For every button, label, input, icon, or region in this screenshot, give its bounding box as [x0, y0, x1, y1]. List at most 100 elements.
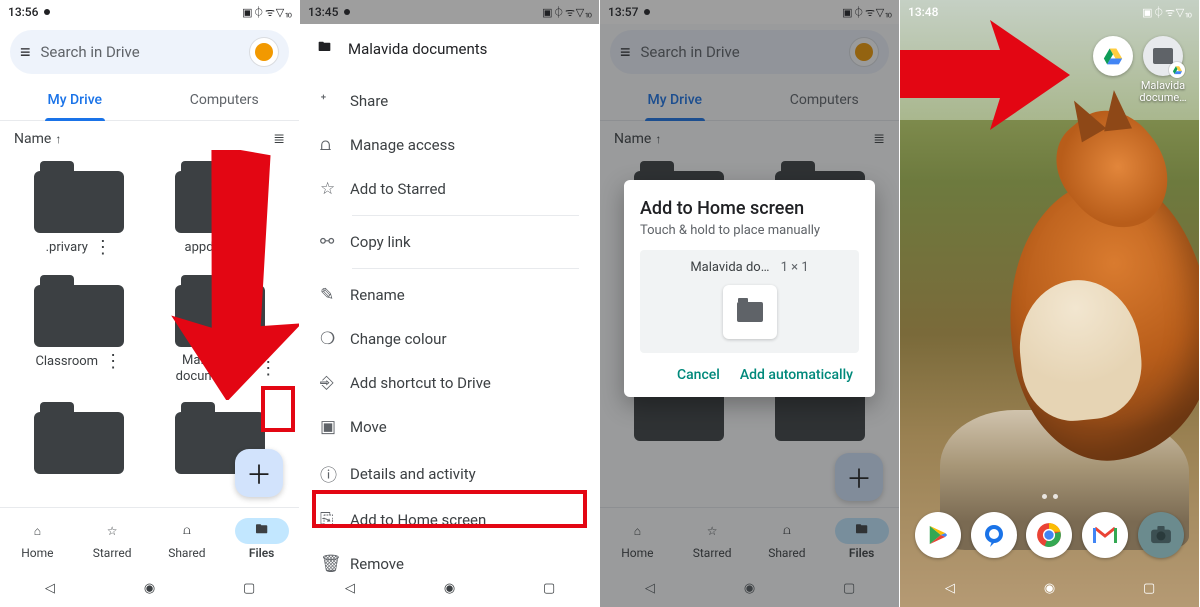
folder-item[interactable]: Classroom ⋮ — [8, 267, 150, 390]
home-dock — [910, 507, 1189, 563]
menu-rename[interactable]: ✎Rename — [300, 273, 599, 317]
drive-logo-icon — [1102, 46, 1124, 66]
android-nav: ◁ ◉ ▢ — [900, 569, 1199, 607]
gmail-icon[interactable] — [1082, 512, 1128, 558]
menu-add-shortcut[interactable]: ⎆Add shortcut to Drive — [300, 361, 599, 405]
drive-app-icon[interactable] — [1093, 36, 1133, 76]
link-icon: ⚯ — [320, 232, 350, 252]
camera-icon[interactable] — [1138, 512, 1184, 558]
clock: 13:57 — [608, 5, 638, 19]
add-home-modal: Add to Home screen Touch & hold to place… — [624, 180, 875, 397]
status-icons: ▣ ⏀ ᯤ ▽ ⏨ — [842, 4, 891, 20]
page-indicator — [900, 494, 1199, 499]
rename-icon: ✎ — [320, 285, 350, 305]
android-nav: ◁ ◉ ▢ — [0, 569, 299, 607]
tab-my-drive[interactable]: My Drive — [0, 80, 150, 120]
highlight-box — [261, 386, 295, 432]
divider — [352, 268, 579, 269]
home-button[interactable]: ◉ — [129, 581, 169, 596]
back-button[interactable]: ◁ — [930, 581, 970, 596]
annotation-arrow-icon — [150, 150, 300, 400]
back-button[interactable]: ◁ — [330, 581, 370, 596]
sort-label: Name — [14, 131, 51, 147]
back-button[interactable]: ◁ — [630, 581, 670, 596]
sort-row[interactable]: Name ↑ ≣ — [0, 121, 299, 153]
recents-button[interactable]: ▢ — [829, 581, 869, 596]
play-store-icon[interactable] — [915, 512, 961, 558]
status-icons: ▣ ⏀ ᯤ ▽ ⏨ — [542, 4, 591, 20]
menu-share[interactable]: ᐩShare — [300, 79, 599, 123]
search-bar[interactable]: ≡ Search in Drive — [10, 30, 289, 74]
notification-dot-icon — [44, 9, 50, 15]
folder-icon — [34, 275, 124, 347]
notification-dot-icon — [344, 9, 350, 15]
hamburger-icon[interactable]: ≡ — [20, 42, 31, 63]
notification-dot-icon — [644, 9, 650, 15]
cancel-button[interactable]: Cancel — [677, 367, 720, 383]
drive-badge-icon — [1169, 62, 1185, 78]
folder-item[interactable] — [8, 394, 150, 486]
messages-icon[interactable] — [971, 512, 1017, 558]
folder-icon — [34, 402, 124, 474]
recents-button[interactable]: ▢ — [229, 581, 269, 596]
annotation-arrow-icon — [900, 20, 1070, 150]
status-bar: 13:57 ▣ ⏀ ᯤ ▽ ⏨ — [600, 0, 899, 24]
modal-title: Add to Home screen — [640, 198, 859, 219]
status-bar: 13:56 ▣ ⏀ ᯤ ▽ ⏨ — [0, 0, 299, 24]
shortcut-preview[interactable]: Malavida do… 1 × 1 — [640, 250, 859, 353]
menu-manage-access[interactable]: ⩍Manage access — [300, 123, 599, 167]
status-bar: 13:45 ▣ ⏀ ᯤ ▽ ⏨ — [300, 0, 599, 24]
drive-tabs: My Drive Computers — [0, 80, 299, 121]
status-icons: ▣ ⏀ ᯤ ▽ ⏨ — [1142, 4, 1191, 20]
home-button[interactable]: ◉ — [429, 581, 469, 596]
add-auto-button[interactable]: Add automatically — [740, 367, 853, 383]
tab-computers[interactable]: Computers — [150, 80, 300, 120]
bottom-nav: ⌂Home ☆Starred ⩍Shared 🖿Files — [0, 507, 299, 569]
shortcut-icon: ⎆ — [320, 373, 350, 393]
account-avatar[interactable] — [249, 37, 279, 67]
folder-item[interactable]: .privary ⋮ — [8, 153, 150, 263]
nav-starred[interactable]: ☆Starred — [75, 508, 150, 569]
nav-shared[interactable]: ⩍Shared — [150, 508, 225, 569]
android-nav: ◁ ◉ ▢ — [600, 569, 899, 607]
new-fab-button[interactable]: ＋ — [235, 449, 283, 497]
move-icon: ▣ — [320, 417, 350, 437]
folder-shortcut-icon[interactable] — [1143, 36, 1183, 76]
home-button[interactable]: ◉ — [1029, 581, 1069, 596]
menu-change-colour[interactable]: ❍Change colour — [300, 317, 599, 361]
divider — [352, 215, 579, 216]
folder-icon: 🖿 — [318, 38, 348, 60]
clock: 13:45 — [308, 5, 338, 19]
highlight-box — [312, 490, 587, 528]
manage-access-icon: ⩍ — [320, 135, 350, 155]
chrome-icon[interactable] — [1026, 512, 1072, 558]
share-icon: ᐩ — [320, 91, 350, 111]
star-icon: ☆ — [320, 179, 350, 199]
menu-add-starred[interactable]: ☆Add to Starred — [300, 167, 599, 211]
shortcut-label: Malavida docume… — [1131, 80, 1195, 104]
folder-more-icon[interactable]: ⋮ — [94, 239, 112, 257]
menu-copy-link[interactable]: ⚯Copy link — [300, 220, 599, 264]
palette-icon: ❍ — [320, 329, 350, 349]
folder-icon — [34, 161, 124, 233]
view-toggle-icon[interactable]: ≣ — [273, 131, 285, 147]
folder-more-icon[interactable]: ⋮ — [104, 353, 122, 371]
sheet-header: 🖿 Malavida documents — [300, 24, 599, 75]
android-nav: ◁ ◉ ▢ — [300, 569, 599, 607]
info-icon: ⓘ — [320, 461, 350, 486]
shortcut-preview-icon — [723, 285, 777, 339]
clock: 13:56 — [8, 5, 38, 19]
status-icons: ▣ ⏀ ᯤ ▽ ⏨ — [242, 4, 291, 20]
sort-arrow-icon: ↑ — [55, 132, 61, 146]
recents-button[interactable]: ▢ — [529, 581, 569, 596]
recents-button[interactable]: ▢ — [1129, 581, 1169, 596]
menu-move[interactable]: ▣Move — [300, 405, 599, 449]
home-button[interactable]: ◉ — [729, 581, 769, 596]
modal-subtitle: Touch & hold to place manually — [640, 223, 859, 238]
clock: 13:48 — [908, 5, 938, 19]
nav-files[interactable]: 🖿Files — [224, 508, 299, 569]
back-button[interactable]: ◁ — [30, 581, 70, 596]
search-placeholder: Search in Drive — [41, 43, 249, 61]
sheet-folder-name: Malavida documents — [348, 40, 487, 58]
nav-home[interactable]: ⌂Home — [0, 508, 75, 569]
